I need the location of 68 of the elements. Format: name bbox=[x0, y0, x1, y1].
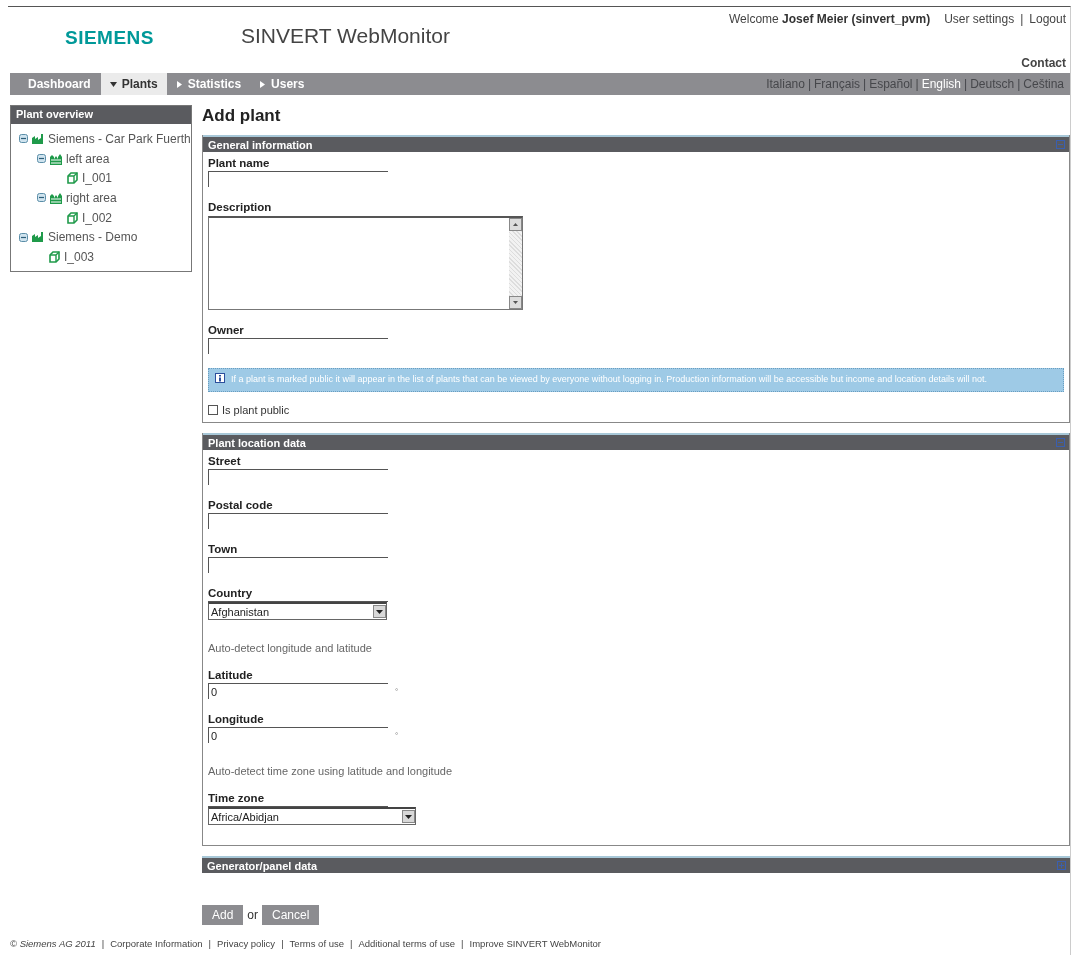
cube-icon bbox=[67, 211, 78, 224]
header-link[interactable]: User settings bbox=[944, 12, 1015, 26]
page-title: Add plant bbox=[202, 106, 282, 126]
tree-item[interactable]: I_002 bbox=[82, 210, 113, 225]
header-link[interactable]: Logout bbox=[1029, 12, 1066, 26]
collapse-icon[interactable] bbox=[19, 232, 28, 242]
section-title: Plant location data bbox=[208, 436, 307, 449]
cube-icon bbox=[67, 172, 78, 185]
tree-item[interactable]: left area bbox=[66, 151, 110, 166]
separator: | bbox=[281, 938, 284, 949]
tree-item[interactable]: Siemens - Demo bbox=[48, 230, 138, 245]
text-area[interactable] bbox=[208, 216, 523, 310]
separator: | bbox=[350, 938, 353, 949]
logo: SIEMENS bbox=[65, 27, 155, 49]
buildings-icon bbox=[50, 152, 62, 165]
separator: | bbox=[964, 77, 968, 91]
separator: | bbox=[461, 938, 464, 949]
dropdown-arrow-icon bbox=[376, 609, 383, 614]
collapse-icon[interactable] bbox=[19, 134, 28, 144]
or-text: or bbox=[247, 908, 259, 922]
tree-item[interactable]: right area bbox=[66, 190, 117, 205]
separator: | bbox=[863, 77, 867, 91]
caret-down-icon bbox=[109, 80, 117, 88]
cube-icon bbox=[49, 250, 60, 263]
caret-right-icon bbox=[259, 80, 267, 88]
info-text: If a plant is marked public it will appear in the list of plants that can be viewed by everyone without logging in. Production information will be accessible but income and location details will not. bbox=[231, 373, 987, 385]
app-title: SINVERT WebMonitor bbox=[241, 24, 450, 49]
hint-text: Auto-detect longitude and latitude bbox=[208, 642, 373, 654]
tree-item[interactable]: I_003 bbox=[64, 249, 95, 264]
footer-link[interactable]: Terms of use bbox=[289, 938, 344, 949]
caret-right-icon bbox=[175, 80, 183, 88]
section-title: General information bbox=[208, 138, 314, 151]
dropdown-arrow-icon bbox=[405, 814, 412, 819]
checkbox-label: Is plant public bbox=[222, 404, 290, 416]
section-title: Generator/panel data bbox=[207, 859, 319, 872]
factory-icon bbox=[32, 231, 44, 244]
separator: | bbox=[915, 77, 919, 91]
hint-text: Auto-detect time zone using latitude and longitude bbox=[208, 765, 453, 777]
welcome-text: Welcome Josef Meier (sinvert_pvm) bbox=[728, 12, 931, 26]
expand-icon[interactable] bbox=[1057, 861, 1066, 870]
footer-link[interactable]: Corporate Information bbox=[110, 938, 203, 949]
collapse-icon[interactable] bbox=[37, 154, 46, 164]
footer-link[interactable]: Improve SINVERT WebMonitor bbox=[469, 938, 602, 949]
copyright-text: © Siemens AG 2011 bbox=[10, 938, 96, 949]
dropdown[interactable]: Africa/Abidjan bbox=[208, 807, 416, 825]
scroll-down-icon bbox=[509, 296, 522, 309]
tree-item[interactable]: I_001 bbox=[82, 171, 113, 186]
separator: | bbox=[807, 77, 812, 91]
tree-item[interactable]: Siemens - Car Park Fuerth bbox=[48, 131, 191, 146]
info-icon bbox=[215, 373, 225, 383]
footer-link[interactable]: Additional terms of use bbox=[358, 938, 456, 949]
factory-icon bbox=[32, 132, 44, 145]
nav-tab[interactable]: Plants bbox=[100, 73, 167, 95]
unit-label: ° bbox=[395, 687, 399, 696]
collapse-icon[interactable] bbox=[37, 193, 46, 203]
footer-link[interactable]: Privacy policy bbox=[217, 938, 276, 949]
unit-label: ° bbox=[395, 731, 399, 740]
separator: | bbox=[1020, 12, 1024, 26]
separator: | bbox=[208, 938, 212, 949]
panel-title: Plant overview bbox=[11, 106, 191, 124]
contact-link[interactable]: Contact bbox=[1021, 56, 1066, 70]
buildings-icon bbox=[50, 191, 62, 204]
separator: | bbox=[101, 938, 105, 949]
checkbox[interactable] bbox=[208, 405, 218, 415]
scroll-up-icon bbox=[509, 218, 522, 231]
dropdown[interactable]: Afghanistan bbox=[208, 602, 387, 620]
separator: | bbox=[1017, 77, 1021, 91]
field-label: Description bbox=[208, 201, 273, 215]
